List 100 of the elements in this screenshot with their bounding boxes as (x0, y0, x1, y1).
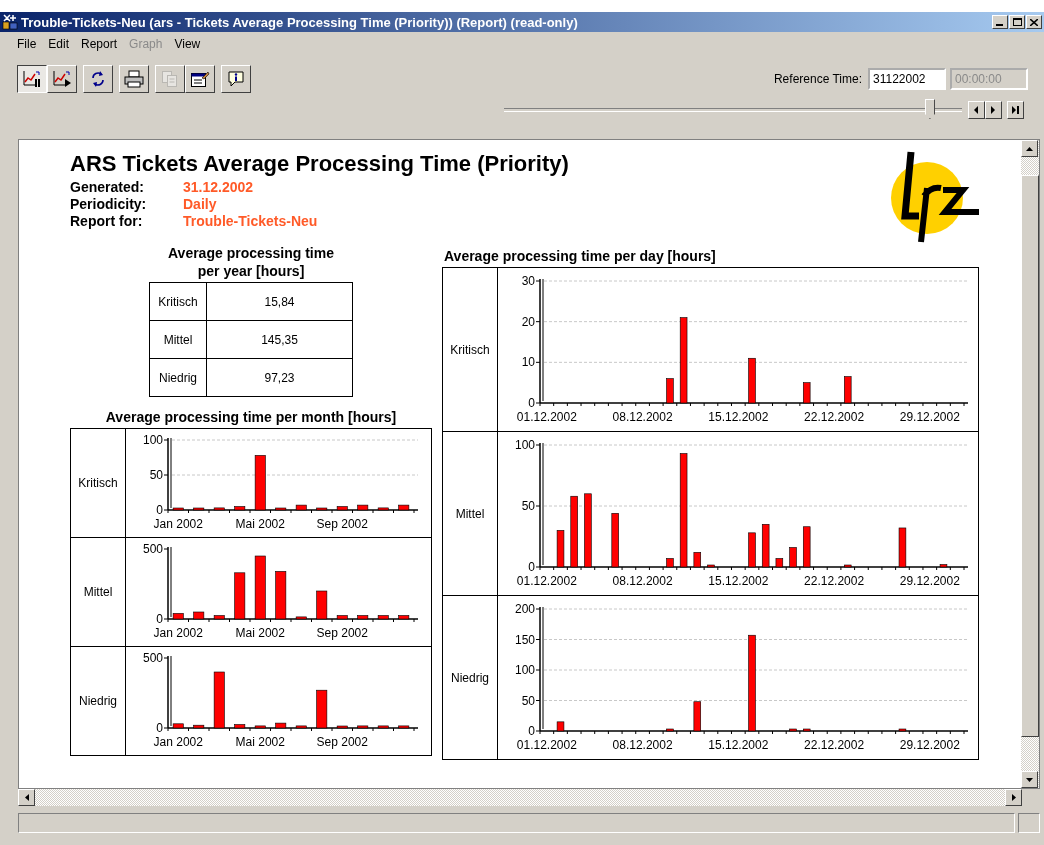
maximize-button[interactable] (1009, 15, 1025, 29)
maximize-icon (1012, 18, 1022, 26)
tick-label: Sep 2002 (316, 626, 368, 640)
reference-time-label: Reference Time: (773, 72, 862, 86)
app-icon (2, 14, 18, 30)
bar (254, 555, 266, 620)
printer-icon (124, 70, 144, 88)
tick-label: 50 (521, 693, 535, 707)
bar (316, 590, 328, 620)
bar (803, 525, 811, 567)
scroll-down-button[interactable] (1021, 771, 1038, 788)
bar (666, 377, 674, 403)
tick-label: Jan 2002 (153, 517, 203, 531)
table-cell: Niedrig (70, 646, 126, 756)
scroll-left-button[interactable] (18, 789, 35, 806)
bar (316, 507, 328, 511)
menu-item[interactable]: View (174, 37, 201, 53)
bar (213, 615, 225, 620)
tick-label: 150 (514, 632, 535, 646)
minimize-button[interactable] (992, 15, 1008, 29)
tick-label: 01.12.2002 (516, 409, 577, 424)
bar (213, 671, 225, 729)
chart-play-icon (52, 70, 72, 88)
bar (775, 557, 784, 567)
triangle-right-icon (1011, 794, 1016, 801)
menu-item[interactable]: Edit (48, 37, 70, 53)
slider-thumb[interactable] (924, 99, 935, 119)
tick-label: 50 (149, 468, 163, 482)
tick-label: 0 (156, 503, 163, 517)
bar (336, 725, 348, 729)
bar (316, 689, 328, 729)
bar (748, 357, 756, 403)
bar (295, 725, 307, 729)
tick-label: 100 (514, 662, 535, 677)
bar (707, 564, 715, 567)
tick-label: 22.12.2002 (804, 573, 865, 588)
table-title: Average processing time per month [hours] (105, 409, 397, 425)
status-panel (1018, 813, 1040, 833)
bar (172, 613, 184, 620)
tick-label: Mai 2002 (235, 626, 285, 640)
info-icon (227, 70, 245, 88)
bar (398, 725, 410, 729)
toolbar-button[interactable] (17, 65, 47, 93)
tick-label: 200 (514, 601, 535, 616)
table-cell: Niedrig (149, 358, 207, 397)
tick-label: 08.12.2002 (612, 409, 673, 424)
bar (666, 728, 674, 731)
meta-label: Periodicity: (70, 196, 148, 213)
bar (193, 507, 205, 511)
last-button[interactable] (1007, 101, 1024, 119)
bar (693, 700, 701, 731)
bar (398, 615, 410, 620)
table-cell: Kritisch (70, 428, 126, 538)
tick-label: 500 (142, 542, 163, 556)
table-cell: Niedrig (442, 595, 498, 760)
bar (234, 506, 246, 511)
tick-label: 30 (521, 273, 535, 288)
bar (357, 504, 369, 511)
bar (570, 495, 578, 567)
bar (275, 722, 287, 729)
close-button[interactable] (1026, 15, 1042, 29)
tick-label: 0 (528, 559, 535, 574)
scroll-up-button[interactable] (1021, 140, 1038, 157)
tick-label: 15.12.2002 (708, 409, 769, 424)
bar (761, 523, 770, 567)
tick-label: Sep 2002 (316, 735, 368, 749)
date-field[interactable]: 31122002 (868, 68, 946, 90)
bar (357, 615, 369, 620)
meta-value: Daily (183, 196, 218, 213)
menu-item[interactable]: Report (81, 37, 118, 53)
bar (275, 571, 287, 620)
table-cell: Mittel (442, 431, 498, 596)
tick-label: 15.12.2002 (708, 737, 769, 752)
menu-item[interactable]: File (17, 37, 37, 53)
table-cell: 145,35 (206, 320, 353, 359)
refresh-icon (90, 70, 106, 88)
tick-label: Jan 2002 (153, 735, 203, 749)
previous-button[interactable] (968, 101, 985, 119)
bar (748, 532, 756, 567)
bar (172, 507, 184, 511)
tick-label: 08.12.2002 (612, 573, 673, 588)
meta-value: Trouble-Tickets-Neu (183, 213, 319, 230)
bar (193, 611, 205, 620)
bar (898, 527, 907, 567)
horizontal-scrollbar[interactable] (18, 789, 1022, 806)
bar (666, 557, 674, 567)
tick-label: 15.12.2002 (708, 573, 769, 588)
tick-label: 20 (521, 314, 535, 329)
bar (295, 504, 307, 511)
tick-label: Jan 2002 (153, 626, 203, 640)
chart-pause-icon (22, 70, 42, 88)
tick-label: Sep 2002 (316, 517, 368, 531)
tick-label: 01.12.2002 (516, 573, 577, 588)
tick-label: 500 (142, 651, 163, 665)
tick-label: 0 (156, 612, 163, 626)
bar (789, 728, 797, 731)
tick-label: 29.12.2002 (899, 409, 960, 424)
bar (377, 725, 389, 729)
next-button[interactable] (985, 101, 1002, 119)
scroll-right-button[interactable] (1005, 789, 1022, 806)
